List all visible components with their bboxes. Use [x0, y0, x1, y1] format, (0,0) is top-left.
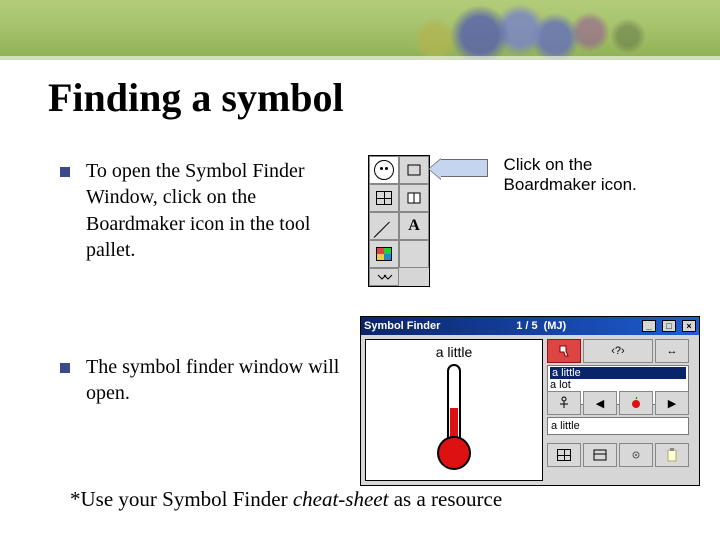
layout-icon — [593, 449, 607, 461]
close-button[interactable]: × — [682, 320, 696, 332]
thermometer-icon — [429, 362, 479, 472]
person-filter-button[interactable] — [547, 391, 581, 415]
clipboard-button[interactable] — [655, 443, 689, 467]
footnote-prefix: *Use your Symbol Finder — [70, 487, 293, 511]
window-tag: (MJ) — [544, 320, 567, 332]
symbol-finder-controls: ‹?› ↔ a little a lot ◀ ▶ a little — [547, 335, 699, 485]
search-value: a little — [551, 420, 580, 432]
expand-icon — [374, 272, 394, 282]
tool-button[interactable]: A — [399, 212, 429, 240]
grid-icon — [376, 191, 392, 205]
tool-palette: A — [368, 155, 430, 287]
symbol-finder-window: Symbol Finder 1 / 5 (MJ) _ □ × a little … — [360, 316, 700, 486]
footnote-emphasis: cheat-sheet — [293, 487, 389, 511]
clipboard-icon — [666, 448, 678, 462]
grid-view-button[interactable] — [547, 443, 581, 467]
bullet-item: The symbol finder window will open. — [60, 354, 352, 407]
help-button[interactable]: ‹?› — [583, 339, 653, 363]
bullet-marker-icon — [60, 363, 70, 373]
tool-button[interactable] — [369, 268, 399, 286]
gear-icon — [629, 449, 643, 461]
settings-button[interactable] — [619, 443, 653, 467]
tool-button[interactable] — [399, 240, 429, 268]
bullet-item: To open the Symbol Finder Window, click … — [60, 158, 352, 264]
tool-button[interactable] — [369, 184, 399, 212]
apple-icon — [630, 397, 642, 409]
maximize-button[interactable]: □ — [662, 320, 676, 332]
list-item[interactable]: a lot — [550, 379, 686, 391]
symbol-name: a little — [436, 344, 473, 360]
symbol-preview: a little — [365, 339, 543, 481]
text-tool-icon: A — [408, 217, 420, 235]
slide-title: Finding a symbol — [48, 74, 344, 121]
callout-arrow-icon — [440, 159, 488, 177]
bullet-text: To open the Symbol Finder Window, click … — [86, 158, 352, 264]
window-title: Symbol Finder — [364, 320, 440, 332]
footnote: *Use your Symbol Finder cheat-sheet as a… — [70, 487, 502, 512]
decorative-banner — [0, 0, 720, 60]
footnote-suffix: as a resource — [388, 487, 502, 511]
thumb-down-button[interactable] — [547, 339, 581, 363]
page-indicator: 1 / 5 — [516, 320, 537, 332]
tool-button[interactable] — [369, 212, 399, 240]
line-icon — [370, 213, 398, 239]
swap-button[interactable]: ↔ — [655, 339, 689, 363]
grid-split-icon — [406, 191, 422, 205]
minimize-button[interactable]: _ — [642, 320, 656, 332]
tool-button[interactable] — [399, 184, 429, 212]
bullet-list: To open the Symbol Finder Window, click … — [60, 158, 352, 496]
square-icon — [406, 163, 422, 177]
window-titlebar[interactable]: Symbol Finder 1 / 5 (MJ) _ □ × — [361, 317, 699, 335]
tool-button[interactable] — [369, 240, 399, 268]
prev-button[interactable]: ◀ — [583, 391, 617, 415]
bullet-text: The symbol finder window will open. — [86, 354, 352, 407]
next-button[interactable]: ▶ — [655, 391, 689, 415]
grid-icon — [557, 449, 571, 461]
tool-button[interactable] — [399, 156, 429, 184]
search-input[interactable]: a little — [547, 417, 689, 435]
thumb-down-icon — [557, 345, 571, 357]
bullet-marker-icon — [60, 167, 70, 177]
layout-button[interactable] — [583, 443, 617, 467]
callout-text: Click on the Boardmaker icon. — [504, 155, 688, 196]
person-icon — [558, 396, 570, 410]
list-item[interactable]: a little — [550, 367, 686, 379]
category-button[interactable] — [619, 391, 653, 415]
boardmaker-icon[interactable] — [369, 156, 399, 184]
tool-palette-graphic: A Click on the Boardmaker icon. — [368, 155, 688, 287]
color-icon — [376, 247, 392, 261]
